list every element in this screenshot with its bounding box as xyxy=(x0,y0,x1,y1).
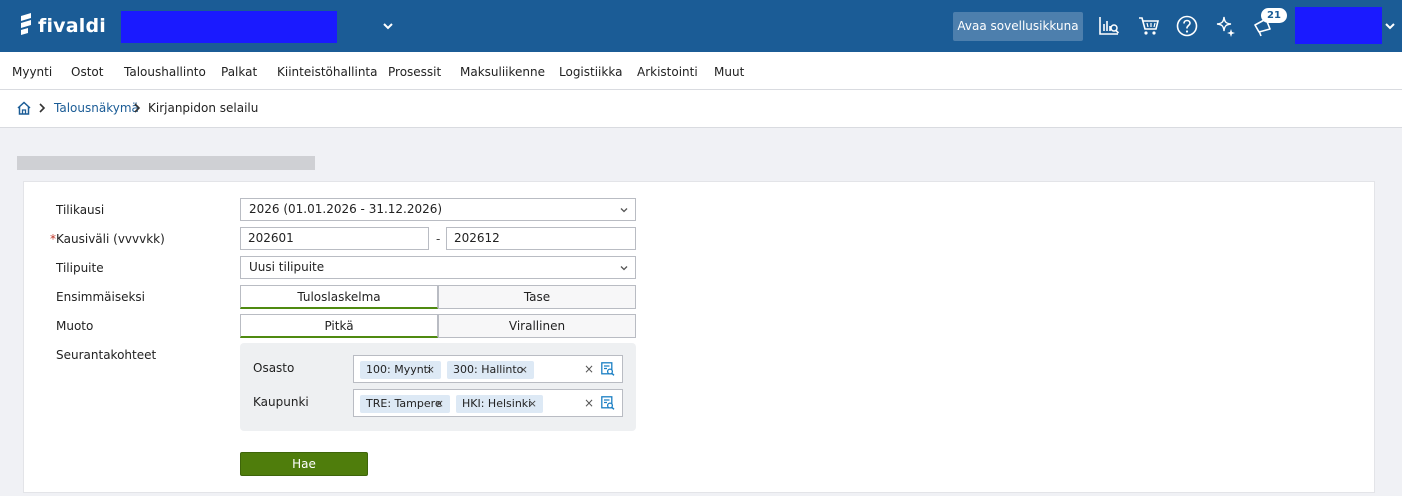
remove-tag-icon[interactable]: × xyxy=(519,361,528,379)
kausivali-to-input[interactable]: 202612 xyxy=(446,227,636,250)
osasto-multiselect[interactable]: 100: Myynti × 300: Hallinto × × xyxy=(353,355,623,383)
tilikausi-label: Tilikausi xyxy=(56,203,105,217)
search-list-icon[interactable] xyxy=(601,362,615,376)
sparkle-icon[interactable] xyxy=(1213,14,1237,38)
fivaldi-logo-icon xyxy=(21,13,31,35)
chart-search-icon[interactable] xyxy=(1097,14,1121,38)
clear-icon[interactable]: × xyxy=(584,362,594,376)
remove-tag-icon[interactable]: × xyxy=(435,395,444,413)
search-form-panel xyxy=(23,181,1375,493)
seurantakohteet-label: Seurantakohteet xyxy=(56,348,157,362)
chevron-down-icon[interactable] xyxy=(380,17,396,35)
ensimmaiseksi-label: Ensimmäiseksi xyxy=(56,290,146,304)
menu-item-taloushallinto[interactable]: Taloushallinto xyxy=(124,65,206,79)
virallinen-toggle[interactable]: Virallinen xyxy=(438,314,636,338)
help-icon[interactable] xyxy=(1175,14,1199,38)
tuloslaskelma-toggle[interactable]: Tuloslaskelma xyxy=(240,285,438,309)
range-separator: - xyxy=(436,232,441,246)
menu-item-palkat[interactable]: Palkat xyxy=(221,65,257,79)
tilipuite-value: Uusi tilipuite xyxy=(249,260,325,274)
chevron-down-icon xyxy=(620,266,628,271)
kaupunki-tag-helsinki: HKI: Helsinki × xyxy=(456,395,543,413)
menu-item-ostot[interactable]: Ostot xyxy=(71,65,103,79)
tilipuite-label: Tilipuite xyxy=(56,261,104,275)
logo-text: fivaldi xyxy=(38,15,107,37)
menu-item-logistiikka[interactable]: Logistiikka xyxy=(559,65,622,79)
tase-toggle[interactable]: Tase xyxy=(438,285,636,309)
menu-item-prosessit[interactable]: Prosessit xyxy=(388,65,441,79)
kaupunki-tag-tampere: TRE: Tampere × xyxy=(360,395,450,413)
menu-item-muut[interactable]: Muut xyxy=(714,65,744,79)
user-menu[interactable] xyxy=(1295,7,1382,44)
osasto-label: Osasto xyxy=(253,361,295,375)
clear-icon[interactable]: × xyxy=(584,396,594,410)
remove-tag-icon[interactable]: × xyxy=(528,395,537,413)
tilikausi-value: 2026 (01.01.2026 - 31.12.2026) xyxy=(249,202,443,216)
osasto-tag-hallinto: 300: Hallinto × xyxy=(447,361,534,379)
breadcrumb-talousnakyma[interactable]: Talousnäkymä xyxy=(54,101,139,115)
chevron-right-icon xyxy=(39,103,46,113)
home-icon[interactable] xyxy=(16,100,32,116)
cart-icon[interactable] xyxy=(1137,14,1161,38)
menu-item-arkistointi[interactable]: Arkistointi xyxy=(637,65,698,79)
breadcrumb-current: Kirjanpidon selailu xyxy=(148,101,259,115)
search-list-icon[interactable] xyxy=(601,396,615,410)
fivaldi-logo[interactable]: fivaldi xyxy=(18,13,106,39)
osasto-tag-myynti: 100: Myynti × xyxy=(360,361,441,379)
muoto-label: Muoto xyxy=(56,319,94,333)
tilipuite-select[interactable]: Uusi tilipuite xyxy=(240,256,636,279)
company-selector[interactable] xyxy=(121,11,337,43)
remove-tag-icon[interactable]: × xyxy=(426,361,435,379)
kaupunki-label: Kaupunki xyxy=(253,395,309,409)
chevron-down-icon xyxy=(620,208,628,213)
pitka-toggle[interactable]: Pitkä xyxy=(240,314,438,338)
open-app-window-button[interactable]: Avaa sovellusikkuna xyxy=(953,12,1083,41)
kaupunki-multiselect[interactable]: TRE: Tampere × HKI: Helsinki × × xyxy=(353,389,623,417)
menu-item-kiinteistohallinta[interactable]: Kiinteistöhallinta xyxy=(277,65,378,79)
top-bar: fivaldi Avaa sovellusikkuna 21 xyxy=(0,0,1402,52)
menu-item-maksuliikenne[interactable]: Maksuliikenne xyxy=(460,65,545,79)
notification-badge: 21 xyxy=(1261,8,1287,23)
chevron-right-icon xyxy=(134,103,141,113)
main-menu: Myynti Ostot Taloushallinto Palkat Kiint… xyxy=(0,52,1402,90)
search-button[interactable]: Hae xyxy=(240,452,368,476)
kausivali-label: *Kausiväli (vvvvkk) xyxy=(50,232,165,246)
breadcrumb: Talousnäkymä Kirjanpidon selailu xyxy=(0,90,1402,128)
page-title-placeholder xyxy=(17,156,315,170)
kausivali-from-input[interactable]: 202601 xyxy=(240,227,429,250)
user-chevron-down-icon[interactable] xyxy=(1383,18,1397,34)
menu-item-myynti[interactable]: Myynti xyxy=(12,65,52,79)
tilikausi-select[interactable]: 2026 (01.01.2026 - 31.12.2026) xyxy=(240,198,636,221)
